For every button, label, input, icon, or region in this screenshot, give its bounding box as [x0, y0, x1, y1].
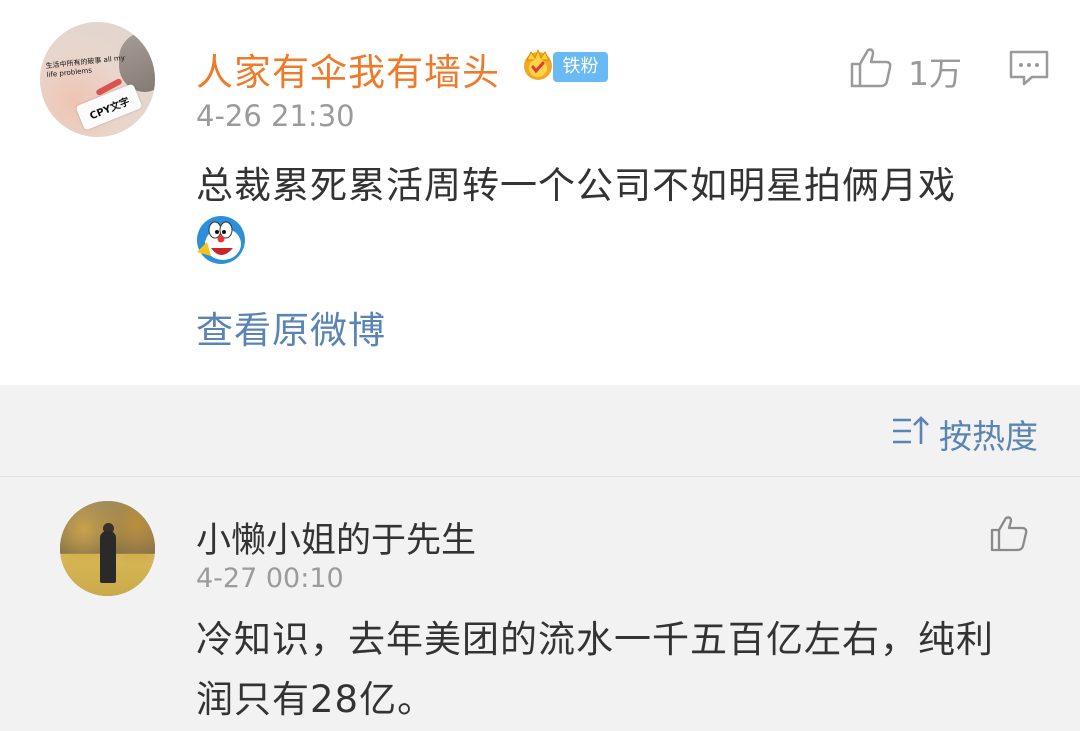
crown-icon — [524, 48, 552, 80]
doraemon-icon — [197, 216, 245, 264]
comment-content: 冷知识，去年美团的流水一千五百亿左右，纯利润只有28亿。 — [196, 618, 994, 721]
view-original-link[interactable]: 查看原微博 — [196, 300, 386, 354]
post-like-count[interactable]: 1万 — [908, 47, 962, 95]
comment-icon[interactable] — [1008, 49, 1050, 87]
comment-timestamp: 4-27 00:10 — [196, 563, 344, 594]
sort-icon[interactable] — [891, 414, 929, 448]
avatar-person — [100, 531, 116, 583]
post-author-name[interactable]: 人家有伞我有墙头 — [196, 42, 500, 96]
sort-by-heat-button[interactable]: 按热度 — [939, 410, 1038, 458]
thumbs-up-icon[interactable] — [849, 46, 893, 88]
fan-badge[interactable]: 铁粉 — [553, 52, 608, 82]
post-content: 总裁累死累活周转一个公司不如明星拍俩月戏 — [196, 164, 956, 207]
post-author-avatar[interactable]: 生活中所有的破事 all my life problems CPY文字 — [40, 22, 155, 137]
divider — [0, 476, 1080, 477]
comment-author-avatar[interactable] — [60, 501, 155, 596]
thumbs-up-icon[interactable] — [989, 514, 1029, 552]
comment-author-name[interactable]: 小懒小姐的于先生 — [196, 512, 476, 563]
post-timestamp: 4-26 21:30 — [196, 99, 355, 133]
